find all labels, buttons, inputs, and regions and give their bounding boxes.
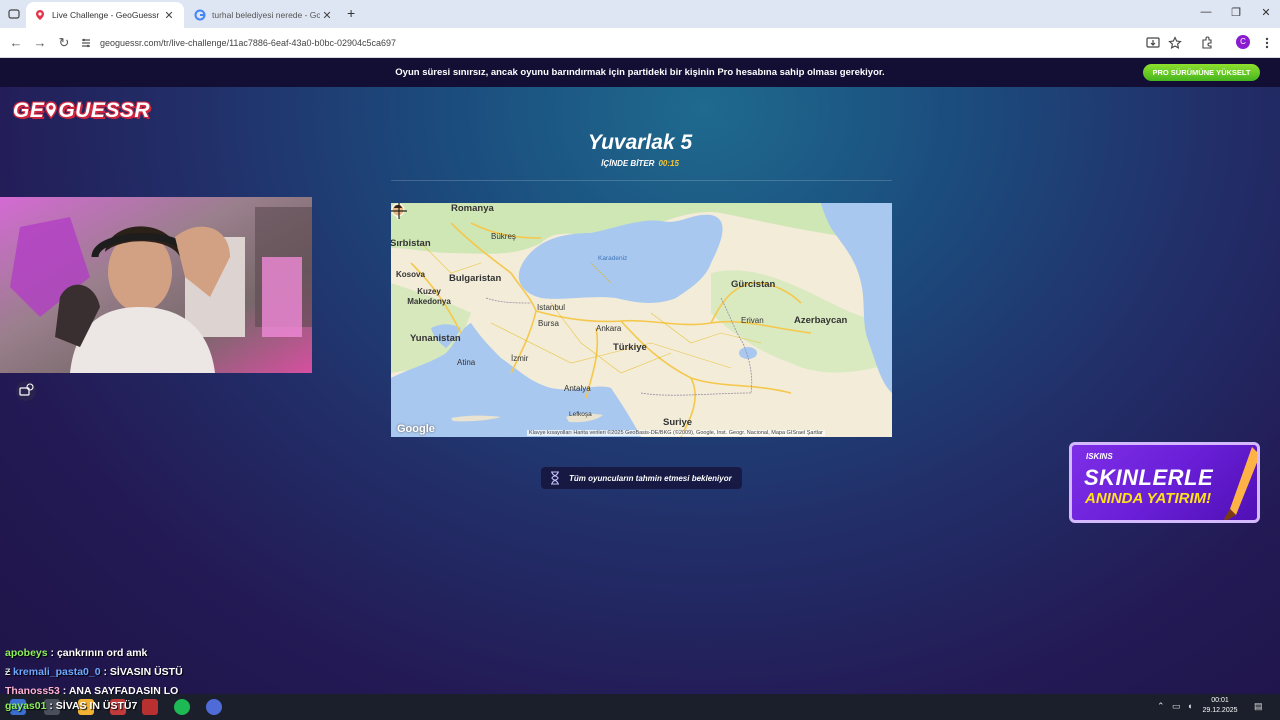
tray-chevron-icon[interactable]: ⌃ [1157,701,1165,712]
pro-banner: Oyun süresi sınırsız, ancak oyunu barınd… [0,58,1280,87]
chat-badge-icon: Ƶ [5,667,13,677]
map-city-label: Bursa [538,319,559,328]
map-label: Sırbistan [391,238,431,249]
volume-icon[interactable]: ◖ [1187,701,1192,711]
chat-text: SİVAS IN ÜSTÜ7 [55,700,138,712]
url-field[interactable]: geoguessr.com/tr/live-challenge/11ac7886… [80,32,1130,54]
guess-map[interactable]: Romanya Sırbistan Bulgaristan Kosova Kuz… [391,203,892,437]
profile-avatar[interactable]: C [1236,35,1250,49]
round-title: Yuvarlak 5 [587,131,693,154]
chat-message: gayas01 : SİVAS IN ÜSTÜ7 [5,700,138,712]
tab-title: turhal belediyesi nerede - Goog [212,10,320,20]
close-tab-icon[interactable]: ✕ [162,9,176,22]
clock-time: 00:01 [1211,697,1229,704]
back-icon[interactable]: ← [8,35,24,50]
chat-message: Ƶ kremali_pasta0_0 : SİVASIN ÜSTÜ [5,666,183,678]
upgrade-pro-button[interactable]: PRO SÜRÜMÜNE YÜKSELT [1143,64,1260,81]
streamer-webcam [0,197,312,373]
chat-text: ANA SAYFADASIN LO [68,685,179,694]
bookmark-star-icon[interactable] [1168,36,1182,50]
map-city-label: Lefkoşa [569,411,592,418]
chat-username: apobeys [5,647,48,659]
camera-toggle-icon[interactable] [15,380,37,402]
site-info-icon[interactable] [80,37,92,49]
sponsor-ad[interactable]: ISKINS SKINLERLE ANINDA YATIRIM! [1069,442,1260,523]
map-sea-label: Karadeniz [598,255,628,262]
tab-search-icon[interactable] [7,7,21,21]
chat-message: Thanoss53 : ANA SAYFADASIN LO [0,682,178,694]
address-bar: ← → ↻ geoguessr.com/tr/live-challenge/11… [0,28,1280,58]
tab-title: Live Challenge - GeoGuessr [52,10,160,20]
install-app-icon[interactable] [1146,36,1160,50]
map-label: Romanya [451,203,494,214]
header-divider [391,180,892,181]
chat-username: gayas01 [5,700,47,712]
map-label: Gürcistan [731,279,776,290]
chat-message: apobeys : çankrının ord amk [5,647,148,659]
map-city-label: İzmir [511,354,529,363]
new-tab-button[interactable]: + [347,5,355,21]
google-logo: Google [397,423,435,435]
logo-text-start: GE [13,99,45,122]
restore-icon[interactable]: ❐ [1226,6,1246,19]
hourglass-icon [551,471,559,485]
knife-icon [1224,447,1257,520]
reload-icon[interactable]: ↻ [56,35,72,51]
banner-text: Oyun süresi sınırsız, ancak oyunu barınd… [395,67,885,78]
map-city-label: Istanbul [537,303,566,312]
map-label: Kuzey Makedonya [407,287,451,306]
menu-kebab-icon[interactable] [1260,36,1274,50]
map-city-label: Erivan [741,316,764,325]
waiting-text: Tüm oyuncuların tahmin etmesi bekleniyor [569,473,732,483]
chat-username: Thanoss53 [5,685,60,694]
chat-text: SİVASIN ÜSTÜ [109,666,183,678]
map-city-label: Antalya [564,384,591,393]
waiting-status: Tüm oyuncuların tahmin etmesi bekleniyor [541,467,742,489]
map-label: Kosova [396,270,425,279]
map-city-label: Ankara [596,324,622,333]
forward-icon[interactable]: → [32,35,48,50]
minimize-icon[interactable]: — [1196,6,1216,18]
chrome-icon[interactable] [206,699,222,715]
timer-value: 00:15 [658,159,679,168]
geoguessr-page: Oyun süresi sınırsız, ancak oyunu barınd… [0,58,1280,694]
browser-tab-bar: Live Challenge - GeoGuessr ✕ turhal bele… [0,0,1280,28]
tab-geoguessr[interactable]: Live Challenge - GeoGuessr ✕ [26,2,184,28]
windows-taskbar: gayas01 : SİVAS IN ÜSTÜ7 ⌃ ▭ ◖ 00:01 29.… [0,694,1280,720]
logo-pin-icon [45,101,58,119]
network-icon[interactable]: ▭ [1172,701,1181,712]
ad-headline: SKINLERLE [1084,465,1214,490]
chat-username: kremali_pasta0_0 [13,666,101,678]
map-label: Suriye [663,417,693,428]
crosshair-cursor-icon [391,203,407,219]
extensions-icon[interactable] [1200,36,1214,50]
close-window-icon[interactable]: ✕ [1256,6,1276,19]
webcam-scene [0,197,312,373]
map-label: Bulgaristan [449,273,502,284]
geoguessr-logo[interactable]: GE GUESSR [13,99,150,123]
google-favicon-icon [194,9,206,21]
map-label: Azerbaycan [794,315,848,326]
clock-date: 29.12.2025 [1202,707,1238,714]
notifications-icon[interactable]: ▤ [1254,701,1263,712]
close-tab-icon[interactable]: ✕ [320,9,334,22]
geoguessr-favicon-icon [36,10,44,20]
clock[interactable]: 00:01 29.12.2025 [1200,696,1240,716]
app-icon[interactable] [142,699,158,715]
tab-google-search[interactable]: turhal belediyesi nerede - Goog ✕ [186,2,342,28]
map-attribution[interactable]: Klavye kısayolları Harita verileri ©2025… [527,430,825,436]
round-timer: İÇİNDE BİTER 00:15 [540,159,740,168]
ad-brand: ISKINS [1086,452,1113,461]
timer-label: İÇİNDE BİTER [601,159,655,168]
chat-text: çankrının ord amk [56,647,148,659]
spotify-icon[interactable] [174,699,190,715]
url-text: geoguessr.com/tr/live-challenge/11ac7886… [100,38,397,48]
map-label: Yunanistan [410,333,461,344]
map-city-label: Atina [457,358,476,367]
map-label: Türkiye [613,342,647,353]
ad-subheadline: ANINDA YATIRIM! [1085,490,1212,507]
logo-text-end: GUESSR [58,99,151,122]
map-city-label: Bükreş [491,232,516,241]
